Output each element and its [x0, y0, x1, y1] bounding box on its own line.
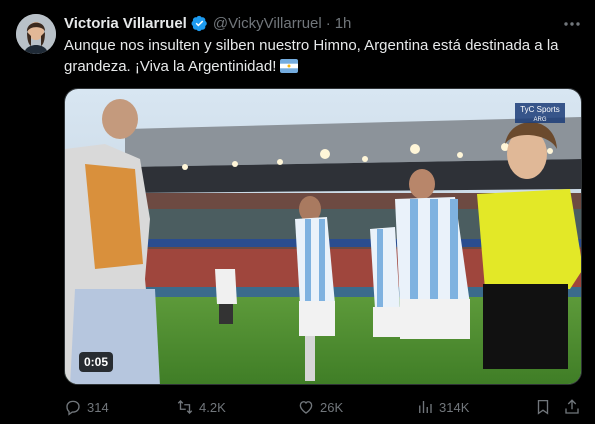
reply-icon — [66, 400, 80, 416]
video-frame: TyC Sports ARG — [65, 89, 581, 384]
like-button[interactable]: 26K — [297, 398, 343, 416]
more-icon[interactable] — [562, 14, 582, 34]
share-button[interactable] — [563, 398, 581, 421]
repost-button[interactable]: 4.2K — [176, 398, 226, 416]
views-count: 314K — [439, 399, 470, 415]
repost-count: 4.2K — [199, 399, 226, 415]
share-icon — [565, 399, 579, 414]
bookmark-icon — [537, 399, 549, 415]
avatar[interactable] — [16, 14, 56, 54]
post-text-container: Aunque nos insulten y silben nuestro Him… — [64, 35, 584, 79]
reply-button[interactable]: 314 — [64, 398, 109, 416]
author-handle[interactable]: @VickyVillarruel — [213, 15, 322, 32]
verified-badge-icon[interactable] — [191, 15, 208, 32]
bookmark-button[interactable] — [534, 398, 552, 421]
views-button[interactable]: 314K — [416, 398, 469, 416]
repost-icon — [177, 400, 193, 414]
post-text: Aunque nos insulten y silben nuestro Him… — [64, 37, 559, 75]
video-time-badge: 0:05 — [79, 352, 114, 372]
video-player[interactable]: TyC Sports ARG 0:05 — [64, 88, 582, 385]
views-icon — [419, 401, 432, 413]
like-count: 26K — [320, 399, 344, 415]
avatar-image — [16, 14, 56, 54]
post-header: Victoria Villarruel @VickyVillarruel · 1… — [64, 13, 351, 33]
separator-dot: · — [325, 14, 331, 32]
broadcaster-sub: ARG — [533, 117, 546, 123]
argentina-flag-icon — [280, 58, 299, 79]
reply-count: 314 — [87, 399, 109, 415]
broadcaster-logo: TyC Sports — [520, 105, 560, 114]
action-bar: 314 4.2K 26K 314K — [64, 398, 584, 418]
author-name[interactable]: Victoria Villarruel — [64, 15, 187, 32]
like-icon — [299, 401, 313, 414]
post-time[interactable]: 1h — [335, 15, 352, 32]
